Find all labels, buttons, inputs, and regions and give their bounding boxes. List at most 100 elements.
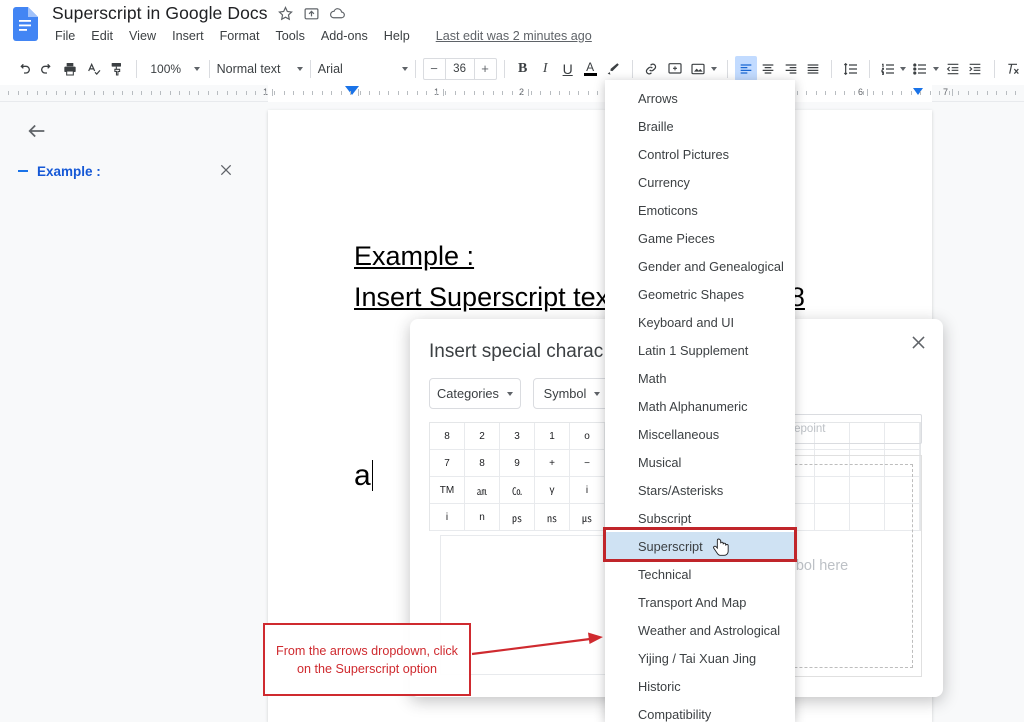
symbol-cell[interactable]: 7 xyxy=(430,450,465,477)
insert-image-icon[interactable] xyxy=(686,56,709,82)
category-item-keyboard-and-ui[interactable]: Keyboard and UI xyxy=(605,308,795,336)
last-edit-status[interactable]: Last edit was 2 minutes ago xyxy=(436,29,592,43)
menu-addons[interactable]: Add-ons xyxy=(321,29,368,43)
zoom-selector[interactable]: 100% xyxy=(144,62,202,76)
symbol-cell[interactable]: ㎲ xyxy=(570,504,605,531)
menu-edit[interactable]: Edit xyxy=(91,29,113,43)
text-color-button[interactable]: A xyxy=(579,56,601,81)
category-item-historic[interactable]: Historic xyxy=(605,672,795,700)
back-arrow-icon[interactable] xyxy=(26,120,50,144)
document-title[interactable]: Superscript in Google Docs xyxy=(52,3,268,24)
category-item-miscellaneous[interactable]: Miscellaneous xyxy=(605,420,795,448)
decrease-font-size-button[interactable]: − xyxy=(424,61,445,76)
paragraph-style-selector[interactable]: Normal text xyxy=(217,62,303,76)
cloud-status-icon[interactable] xyxy=(329,5,346,22)
category-item-math-alphanumeric[interactable]: Math Alphanumeric xyxy=(605,392,795,420)
category-item-compatibility[interactable]: Compatibility xyxy=(605,700,795,722)
font-family-selector[interactable]: Arial xyxy=(318,62,408,76)
star-icon[interactable] xyxy=(277,5,294,22)
undo-icon[interactable] xyxy=(12,56,35,82)
category-item-superscript[interactable]: Superscript xyxy=(605,532,795,560)
menu-file[interactable]: File xyxy=(55,29,75,43)
symbol-cell[interactable]: i xyxy=(570,477,605,504)
symbol-cell[interactable]: 8 xyxy=(465,450,500,477)
category-item-currency[interactable]: Currency xyxy=(605,168,795,196)
print-icon[interactable] xyxy=(59,56,82,82)
line-spacing-button[interactable] xyxy=(839,56,861,81)
paint-format-icon[interactable] xyxy=(105,56,128,82)
close-icon[interactable] xyxy=(909,333,929,353)
bold-button[interactable]: B xyxy=(511,56,533,81)
bulleted-list-button[interactable] xyxy=(909,56,931,81)
category-item-latin-1-supplement[interactable]: Latin 1 Supplement xyxy=(605,336,795,364)
symbol-cell[interactable]: 2 xyxy=(465,423,500,450)
symbol-cell[interactable]: 8 xyxy=(430,423,465,450)
italic-button[interactable]: I xyxy=(534,56,556,81)
underline-button[interactable]: U xyxy=(556,56,578,81)
menu-help[interactable]: Help xyxy=(384,29,410,43)
align-left-button[interactable] xyxy=(734,56,758,81)
category-item-math[interactable]: Math xyxy=(605,364,795,392)
symbol-cell[interactable]: ㏂ xyxy=(465,477,500,504)
clear-formatting-button[interactable] xyxy=(1002,56,1024,81)
symbol-cell[interactable]: ㎱ xyxy=(535,504,570,531)
category-item-stars-asterisks[interactable]: Stars/Asterisks xyxy=(605,476,795,504)
right-indent-marker[interactable] xyxy=(913,88,923,95)
menu-tools[interactable]: Tools xyxy=(275,29,304,43)
category-item-control-pictures[interactable]: Control Pictures xyxy=(605,140,795,168)
close-icon[interactable] xyxy=(218,162,236,180)
category-item-technical[interactable]: Technical xyxy=(605,560,795,588)
symbol-cell[interactable]: 3 xyxy=(500,423,535,450)
categories-dropdown-menu[interactable]: Arrows Braille Control Pictures Currency Emo… xyxy=(605,80,795,722)
category-item-geometric-shapes[interactable]: Geometric Shapes xyxy=(605,280,795,308)
menu-insert[interactable]: Insert xyxy=(172,29,204,43)
add-comment-icon[interactable] xyxy=(663,56,686,82)
category-item-musical[interactable]: Musical xyxy=(605,448,795,476)
redo-icon[interactable] xyxy=(35,56,58,82)
spellcheck-icon[interactable] xyxy=(82,56,105,82)
first-line-indent-marker[interactable] xyxy=(345,86,359,95)
category-item-weather-and-astrological[interactable]: Weather and Astrological xyxy=(605,616,795,644)
category-item-game-pieces[interactable]: Game Pieces xyxy=(605,224,795,252)
document-ruler[interactable]: 1 1 2 6 7 xyxy=(0,85,1024,102)
symbol-cell[interactable]: γ xyxy=(535,477,570,504)
category-item-arrows[interactable]: Arrows xyxy=(605,84,795,112)
category-item-gender-and-genealogical[interactable]: Gender and Genealogical xyxy=(605,252,795,280)
symbol-cell[interactable]: − xyxy=(570,450,605,477)
symbol-cell[interactable]: 1 xyxy=(535,423,570,450)
font-size-input[interactable]: 36 xyxy=(444,58,475,79)
symbol-cell[interactable]: TM xyxy=(430,477,465,504)
category-item-emoticons[interactable]: Emoticons xyxy=(605,196,795,224)
symbol-cell[interactable]: + xyxy=(535,450,570,477)
numbered-list-button[interactable] xyxy=(877,56,899,81)
symbol-cell[interactable]: ㏇ xyxy=(500,477,535,504)
align-justify-button[interactable] xyxy=(802,56,824,81)
symbol-cell[interactable]: n xyxy=(465,504,500,531)
symbol-cell[interactable]: 9 xyxy=(500,450,535,477)
insert-link-icon[interactable] xyxy=(640,56,663,82)
move-to-folder-icon[interactable] xyxy=(303,5,320,22)
align-right-button[interactable] xyxy=(780,56,802,81)
category-item-transport-and-map[interactable]: Transport And Map xyxy=(605,588,795,616)
align-center-button[interactable] xyxy=(757,56,779,81)
symbol-cell[interactable]: i xyxy=(430,504,465,531)
symbol-cell[interactable]: o xyxy=(570,423,605,450)
highlight-color-icon[interactable] xyxy=(601,56,624,82)
category-item-braille[interactable]: Braille xyxy=(605,112,795,140)
increase-font-size-button[interactable]: + xyxy=(475,61,496,76)
chevron-down-icon[interactable] xyxy=(710,66,717,71)
chevron-down-icon[interactable] xyxy=(900,66,907,71)
categories-dropdown[interactable]: Categories xyxy=(429,378,521,409)
increase-indent-button[interactable] xyxy=(964,56,986,81)
google-docs-window: Superscript in Google Docs File Edit Vie… xyxy=(0,0,1024,722)
symbol-dropdown[interactable]: Symbol xyxy=(533,378,611,409)
document-outline-pane: Example : xyxy=(8,102,268,722)
menu-view[interactable]: View xyxy=(129,29,156,43)
chevron-down-icon[interactable] xyxy=(932,66,939,71)
menu-format[interactable]: Format xyxy=(220,29,260,43)
outline-item-example[interactable]: Example : xyxy=(18,157,248,185)
decrease-indent-button[interactable] xyxy=(942,56,964,81)
category-item-subscript[interactable]: Subscript xyxy=(605,504,795,532)
category-item-yijing-tai-xuan-jing[interactable]: Yijing / Tai Xuan Jing xyxy=(605,644,795,672)
symbol-cell[interactable]: ㎰ xyxy=(500,504,535,531)
